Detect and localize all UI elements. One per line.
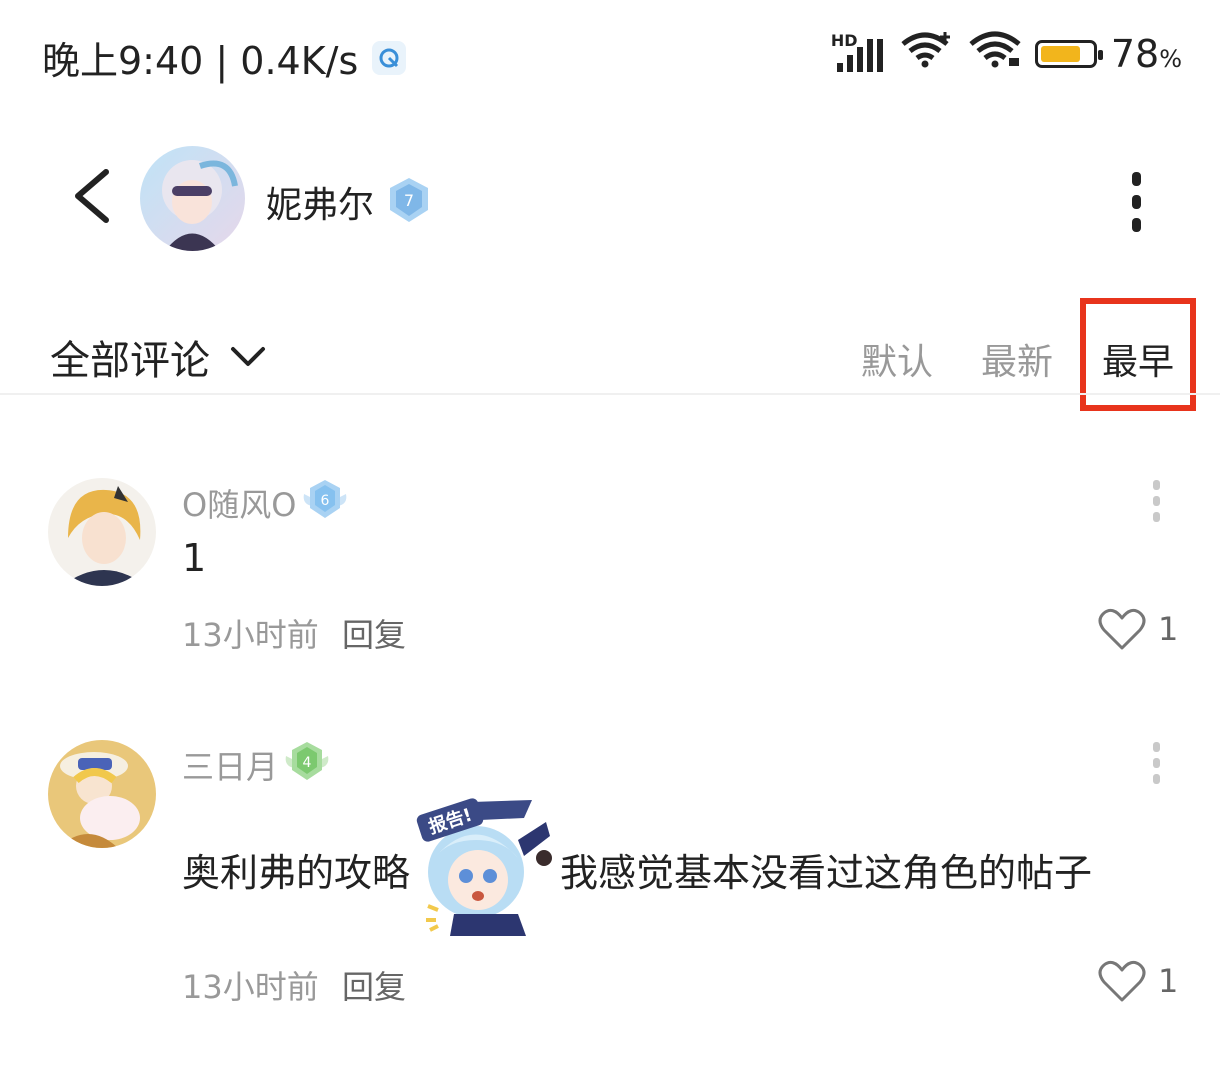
filter-label: 全部评论 — [50, 338, 210, 384]
more-dot-icon — [1132, 172, 1141, 186]
divider — [0, 393, 1220, 395]
comment-level: 6 — [321, 493, 330, 509]
comment-filter-dropdown[interactable]: 全部评论 — [50, 328, 266, 386]
reply-button[interactable]: 回复 — [342, 962, 406, 1008]
wifi-icon — [969, 30, 1021, 77]
signal-icon: HD — [831, 31, 885, 73]
more-dot-icon — [1153, 496, 1160, 506]
sticker-image[interactable]: 报告! — [414, 796, 556, 936]
more-dot-icon — [1153, 512, 1160, 522]
more-dot-icon — [1132, 195, 1141, 209]
author-level-badge: 7 — [386, 176, 432, 228]
status-bar-left: 晚上9:40 | 0.4K/s — [42, 30, 407, 85]
author-avatar[interactable] — [140, 146, 245, 251]
comment-level: 4 — [303, 755, 312, 771]
battery-tip — [1097, 49, 1103, 60]
more-dot-icon — [1153, 758, 1160, 768]
back-button[interactable] — [68, 168, 114, 228]
battery-percent-unit: % — [1159, 44, 1182, 73]
battery-percent-value: 78 — [1110, 31, 1160, 76]
sort-default[interactable]: 默认 — [861, 333, 933, 385]
battery-icon — [1034, 39, 1103, 68]
chevron-down-icon — [231, 347, 265, 366]
comment-author-name[interactable]: 三日月 — [182, 742, 278, 788]
like-count: 1 — [1158, 610, 1179, 648]
author-level: 7 — [404, 191, 414, 210]
like-count: 1 — [1158, 962, 1179, 1000]
like-button[interactable]: 1 — [1096, 606, 1178, 652]
battery-fill — [1040, 45, 1080, 62]
author-name[interactable]: 妮弗尔 — [266, 176, 374, 228]
comment-time: 13小时前 — [182, 968, 319, 1006]
heart-icon — [1098, 960, 1146, 1002]
status-bar-right: HD 78% — [831, 30, 1182, 77]
comment-text-part1: 奥利弗的攻略 — [182, 851, 411, 895]
comment-author-name[interactable]: O随风O — [182, 480, 296, 526]
comment-text-part2: 我感觉基本没看过这角色的帖子 — [560, 851, 1093, 895]
more-dot-icon — [1153, 742, 1160, 752]
comment-text: 1 — [182, 536, 207, 580]
wifi-plus-icon — [899, 30, 955, 77]
comment-more-button[interactable] — [1153, 480, 1161, 522]
more-options-button[interactable] — [1132, 172, 1142, 232]
more-dot-icon — [1153, 480, 1160, 490]
comment-avatar[interactable] — [48, 478, 156, 586]
comment-avatar[interactable] — [48, 740, 156, 848]
heart-icon — [1098, 608, 1146, 650]
more-dot-icon — [1153, 774, 1160, 784]
comment-time: 13小时前 — [182, 616, 319, 654]
chevron-left-icon — [75, 169, 109, 223]
reply-button[interactable]: 回复 — [342, 610, 406, 656]
battery-percent: 78% — [1111, 32, 1182, 76]
app-notification-icon — [372, 40, 407, 75]
comment-level-badge: 6 — [300, 478, 350, 524]
like-button[interactable]: 1 — [1096, 958, 1178, 1004]
comment-more-button[interactable] — [1153, 742, 1161, 784]
more-dot-icon — [1132, 218, 1141, 232]
status-time-speed: 晚上9:40 | 0.4K/s — [42, 39, 359, 83]
comment-level-badge: 4 — [282, 740, 332, 786]
sort-newest[interactable]: 最新 — [981, 333, 1053, 385]
